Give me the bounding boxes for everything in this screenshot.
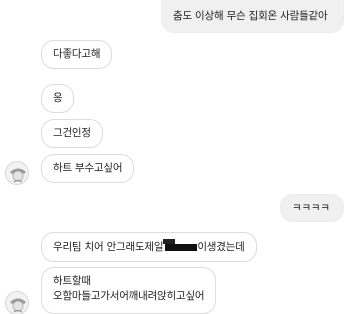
message-bubble-incoming[interactable]: 하트할때 오함마들고가서어깨내려앉히고싶어 <box>41 267 217 314</box>
message-bubble-incoming[interactable]: 우리팀 치어 안그래도제일 이생겼는데 <box>41 232 257 262</box>
contact-avatar[interactable] <box>5 161 29 185</box>
message-text: 춤도 이상해 무슨 집회온 사람들같아 <box>173 10 328 22</box>
message-text: 응 <box>53 92 63 104</box>
message-bubble-incoming[interactable]: 그건인정 <box>41 119 103 148</box>
avatar-image <box>6 162 28 184</box>
message-text: ㅋㅋㅋㅋ <box>292 202 330 214</box>
redaction-mark <box>163 239 198 252</box>
contact-avatar[interactable] <box>5 291 29 314</box>
message-text: 하트 부수고싶어 <box>53 162 123 174</box>
message-bubble-outgoing[interactable]: ㅋㅋㅋㅋ <box>280 194 344 222</box>
avatar-image <box>6 292 28 314</box>
message-text: 다좋다고해 <box>53 48 101 60</box>
message-bubble-incoming[interactable]: 응 <box>41 84 75 113</box>
message-text-start: 우리팀 치어 안그래도제일 <box>53 241 164 253</box>
message-text-line: 오함마들고가서어깨내려앉히고싶어 <box>53 290 205 302</box>
message-text-line: 하트할때 <box>53 275 91 287</box>
chat-thread: 춤도 이상해 무슨 집회온 사람들같아 다좋다고해 응 그건인정 하트 부수고싶… <box>0 0 350 314</box>
message-text-end: 이생겼는데 <box>197 241 245 253</box>
message-text: 그건인정 <box>53 127 91 139</box>
message-bubble-outgoing[interactable]: 춤도 이상해 무슨 집회온 사람들같아 <box>161 0 344 33</box>
message-bubble-incoming[interactable]: 하트 부수고싶어 <box>41 154 135 183</box>
message-bubble-incoming[interactable]: 다좋다고해 <box>41 40 113 69</box>
